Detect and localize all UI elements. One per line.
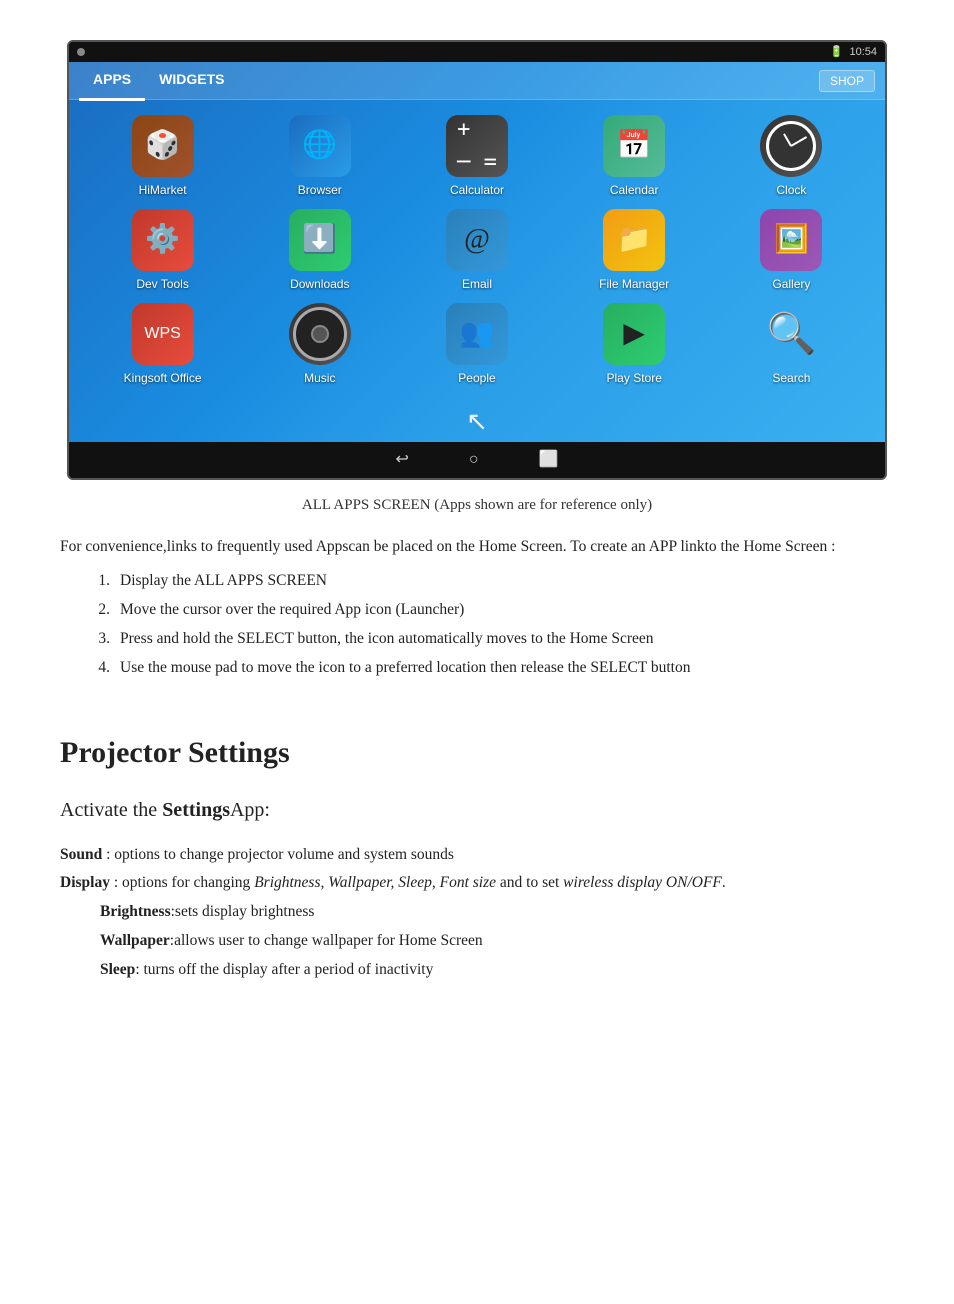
brightness-setting: Brightness:sets display brightness [100, 900, 894, 925]
sleep-setting: Sleep: turns off the display after a per… [100, 958, 894, 983]
display-dot: . [722, 874, 726, 891]
playstore-icon: ▶ [603, 303, 665, 365]
body-text: For convenience,links to frequently used… [60, 535, 894, 559]
display-desc-suffix: and to set [496, 874, 563, 891]
app-item-kingsoft[interactable]: WPS Kingsoft Office [89, 303, 236, 387]
sleep-desc: : turns off the display after a period o… [135, 961, 433, 978]
app-item-gallery[interactable]: 🖼️ Gallery [718, 209, 865, 293]
himarket-icon: 🎲 [132, 115, 194, 177]
display-desc: : options for changing [110, 874, 254, 891]
display-italic: Brightness, Wallpaper, Sleep, Font size [254, 874, 496, 891]
subsection-suffix: App: [230, 799, 270, 821]
app-item-search[interactable]: 🔍 Search [718, 303, 865, 387]
apps-grid: 🎲 HiMarket 🌐 Browser +─ = Calculator 📅 C… [69, 100, 885, 402]
browser-icon: 🌐 [289, 115, 351, 177]
sleep-term: Sleep [100, 961, 135, 978]
music-label: Music [304, 369, 335, 387]
browser-label: Browser [298, 181, 342, 199]
gallery-icon: 🖼️ [760, 209, 822, 271]
battery-icon: 🔋 [830, 44, 844, 61]
subsection-title: Activate the SettingsApp: [60, 795, 894, 825]
kingsoft-icon: WPS [132, 303, 194, 365]
android-icon [77, 48, 85, 56]
app-item-music[interactable]: Music [246, 303, 393, 387]
app-item-people[interactable]: 👥 People [403, 303, 550, 387]
downloads-label: Downloads [290, 275, 349, 293]
sound-term: Sound [60, 846, 102, 863]
calculator-label: Calculator [450, 181, 504, 199]
subsection-prefix: Activate the [60, 799, 162, 821]
downloads-icon: ⬇️ [289, 209, 351, 271]
step-4: 4. Use the mouse pad to move the icon to… [90, 656, 894, 679]
brightness-desc: :sets display brightness [171, 903, 315, 920]
people-label: People [458, 369, 495, 387]
people-icon: 👥 [446, 303, 508, 365]
home-button[interactable]: ○ [469, 448, 479, 472]
sound-desc: : options to change projector volume and… [102, 846, 454, 863]
gallery-label: Gallery [772, 275, 810, 293]
step-3: 3. Press and hold the SELECT button, the… [90, 627, 894, 650]
app-item-clock[interactable]: Clock [718, 115, 865, 199]
sound-setting: Sound : options to change projector volu… [60, 843, 894, 868]
calendar-label: Calendar [610, 181, 659, 199]
kingsoft-label: Kingsoft Office [124, 369, 202, 387]
display-italic-suffix: wireless display ON/OFF [563, 874, 722, 891]
music-icon [289, 303, 351, 365]
app-item-calendar[interactable]: 📅 Calendar [561, 115, 708, 199]
wallpaper-setting: Wallpaper:allows user to change wallpape… [100, 929, 894, 954]
himarket-label: HiMarket [139, 181, 187, 199]
tab-widgets[interactable]: WIDGETS [145, 61, 238, 101]
time-display: 10:54 [849, 44, 877, 61]
recent-button[interactable]: ⬜ [539, 448, 559, 472]
status-bar: 🔋 10:54 [69, 42, 885, 62]
display-term: Display [60, 874, 110, 891]
cursor-arrow: ↖ [466, 402, 488, 441]
device-frame: 🔋 10:54 APPS WIDGETS SHOP 🎲 HiMarket 🌐 B… [67, 40, 887, 480]
search-label: Search [772, 369, 810, 387]
brightness-term: Brightness [100, 903, 171, 920]
playstore-label: Play Store [607, 369, 662, 387]
app-item-calculator[interactable]: +─ = Calculator [403, 115, 550, 199]
back-button[interactable]: ↩ [396, 448, 409, 472]
app-item-devtools[interactable]: ⚙️ Dev Tools [89, 209, 236, 293]
filemanager-label: File Manager [599, 275, 669, 293]
steps-list: 1. Display the ALL APPS SCREEN 2. Move t… [90, 569, 894, 680]
filemanager-icon: 📁 [603, 209, 665, 271]
app-screen: APPS WIDGETS SHOP 🎲 HiMarket 🌐 Browser +… [69, 62, 885, 442]
devtools-label: Dev Tools [136, 275, 188, 293]
app-item-email[interactable]: @ Email [403, 209, 550, 293]
devtools-icon: ⚙️ [132, 209, 194, 271]
app-item-playstore[interactable]: ▶ Play Store [561, 303, 708, 387]
clock-icon [760, 115, 822, 177]
app-item-browser[interactable]: 🌐 Browser [246, 115, 393, 199]
clock-label: Clock [776, 181, 806, 199]
calculator-icon: +─ = [446, 115, 508, 177]
email-icon: @ [446, 209, 508, 271]
section-title: Projector Settings [60, 730, 894, 775]
display-setting: Display : options for changing Brightnes… [60, 871, 894, 896]
step-1: 1. Display the ALL APPS SCREEN [90, 569, 894, 592]
search-icon: 🔍 [760, 303, 822, 365]
tab-bar: APPS WIDGETS SHOP [69, 62, 885, 100]
wallpaper-desc: :allows user to change wallpaper for Hom… [170, 932, 483, 949]
email-label: Email [462, 275, 492, 293]
wallpaper-term: Wallpaper [100, 932, 170, 949]
subsection-bold: Settings [162, 799, 230, 821]
app-item-himarket[interactable]: 🎲 HiMarket [89, 115, 236, 199]
step-2: 2. Move the cursor over the required App… [90, 598, 894, 621]
calendar-icon: 📅 [603, 115, 665, 177]
nav-bar: ↩ ○ ⬜ [69, 442, 885, 478]
app-item-filemanager[interactable]: 📁 File Manager [561, 209, 708, 293]
app-item-downloads[interactable]: ⬇️ Downloads [246, 209, 393, 293]
shop-button[interactable]: SHOP [819, 70, 875, 92]
caption: ALL APPS SCREEN (Apps shown are for refe… [60, 494, 894, 517]
tab-apps[interactable]: APPS [79, 61, 145, 101]
